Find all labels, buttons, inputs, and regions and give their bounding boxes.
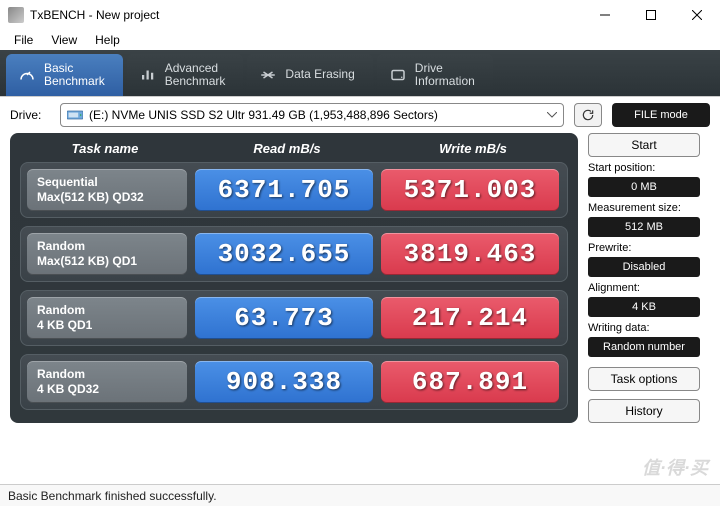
writing-data-label: Writing data:: [588, 322, 700, 334]
tab-label: Data Erasing: [285, 68, 354, 81]
col-header-write: Write mB/s: [384, 141, 562, 156]
col-header-read: Read mB/s: [198, 141, 376, 156]
task-name: SequentialMax(512 KB) QD32: [27, 169, 187, 211]
refresh-button[interactable]: [574, 103, 602, 127]
maximize-button[interactable]: [628, 0, 674, 30]
col-header-task: Task name: [20, 141, 190, 156]
read-value: 908.338: [195, 361, 373, 403]
tab-drive-information[interactable]: DriveInformation: [377, 54, 493, 96]
benchmark-row: Random4 KB QD32 908.338 687.891: [20, 354, 568, 410]
writing-data-value[interactable]: Random number: [588, 337, 700, 357]
benchmark-results-panel: Task name Read mB/s Write mB/s Sequentia…: [10, 133, 578, 423]
minimize-button[interactable]: [582, 0, 628, 30]
tab-label: Information: [415, 75, 475, 88]
close-button[interactable]: [674, 0, 720, 30]
side-panel: Start Start position: 0 MB Measurement s…: [588, 133, 700, 423]
tab-data-erasing[interactable]: Data Erasing: [247, 54, 372, 96]
menu-bar: File View Help: [0, 30, 720, 50]
menu-view[interactable]: View: [43, 31, 85, 49]
tab-basic-benchmark[interactable]: BasicBenchmark: [6, 54, 123, 96]
read-value: 63.773: [195, 297, 373, 339]
write-value: 687.891: [381, 361, 559, 403]
menu-help[interactable]: Help: [87, 31, 128, 49]
bar-chart-icon: [139, 66, 157, 84]
start-button[interactable]: Start: [588, 133, 700, 157]
hdd-icon: [67, 109, 83, 121]
chevron-down-icon: [547, 112, 557, 118]
measurement-size-value[interactable]: 512 MB: [588, 217, 700, 237]
start-position-value[interactable]: 0 MB: [588, 177, 700, 197]
status-bar: Basic Benchmark finished successfully.: [0, 484, 720, 506]
measurement-size-label: Measurement size:: [588, 202, 700, 214]
window-titlebar: TxBENCH - New project: [0, 0, 720, 30]
task-options-button[interactable]: Task options: [588, 367, 700, 391]
history-button[interactable]: History: [588, 399, 700, 423]
drive-icon: [389, 66, 407, 84]
write-value: 217.214: [381, 297, 559, 339]
alignment-value[interactable]: 4 KB: [588, 297, 700, 317]
prewrite-label: Prewrite:: [588, 242, 700, 254]
start-position-label: Start position:: [588, 162, 700, 174]
task-name: Random4 KB QD32: [27, 361, 187, 403]
prewrite-value[interactable]: Disabled: [588, 257, 700, 277]
drive-select[interactable]: (E:) NVMe UNIS SSD S2 Ultr 931.49 GB (1,…: [60, 103, 564, 127]
drive-value: (E:) NVMe UNIS SSD S2 Ultr 931.49 GB (1,…: [89, 108, 438, 122]
tab-advanced-benchmark[interactable]: AdvancedBenchmark: [127, 54, 244, 96]
window-title: TxBENCH - New project: [30, 8, 159, 22]
status-text: Basic Benchmark finished successfully.: [8, 489, 217, 503]
menu-file[interactable]: File: [6, 31, 41, 49]
refresh-icon: [581, 108, 595, 122]
task-name: RandomMax(512 KB) QD1: [27, 233, 187, 275]
tab-bar: BasicBenchmark AdvancedBenchmark Data Er…: [0, 50, 720, 96]
app-icon: [8, 7, 24, 23]
drive-selector-row: Drive: (E:) NVMe UNIS SSD S2 Ultr 931.49…: [0, 96, 720, 133]
read-value: 6371.705: [195, 169, 373, 211]
read-value: 3032.655: [195, 233, 373, 275]
tab-label: Benchmark: [44, 75, 105, 88]
eraser-icon: [259, 66, 277, 84]
tab-label: Benchmark: [165, 75, 226, 88]
benchmark-row: SequentialMax(512 KB) QD32 6371.705 5371…: [20, 162, 568, 218]
task-name: Random4 KB QD1: [27, 297, 187, 339]
write-value: 3819.463: [381, 233, 559, 275]
file-mode-button[interactable]: FILE mode: [612, 103, 710, 127]
watermark: 值·得·买: [642, 454, 708, 480]
gauge-icon: [18, 66, 36, 84]
benchmark-row: Random4 KB QD1 63.773 217.214: [20, 290, 568, 346]
alignment-label: Alignment:: [588, 282, 700, 294]
benchmark-row: RandomMax(512 KB) QD1 3032.655 3819.463: [20, 226, 568, 282]
drive-label: Drive:: [10, 108, 50, 122]
write-value: 5371.003: [381, 169, 559, 211]
